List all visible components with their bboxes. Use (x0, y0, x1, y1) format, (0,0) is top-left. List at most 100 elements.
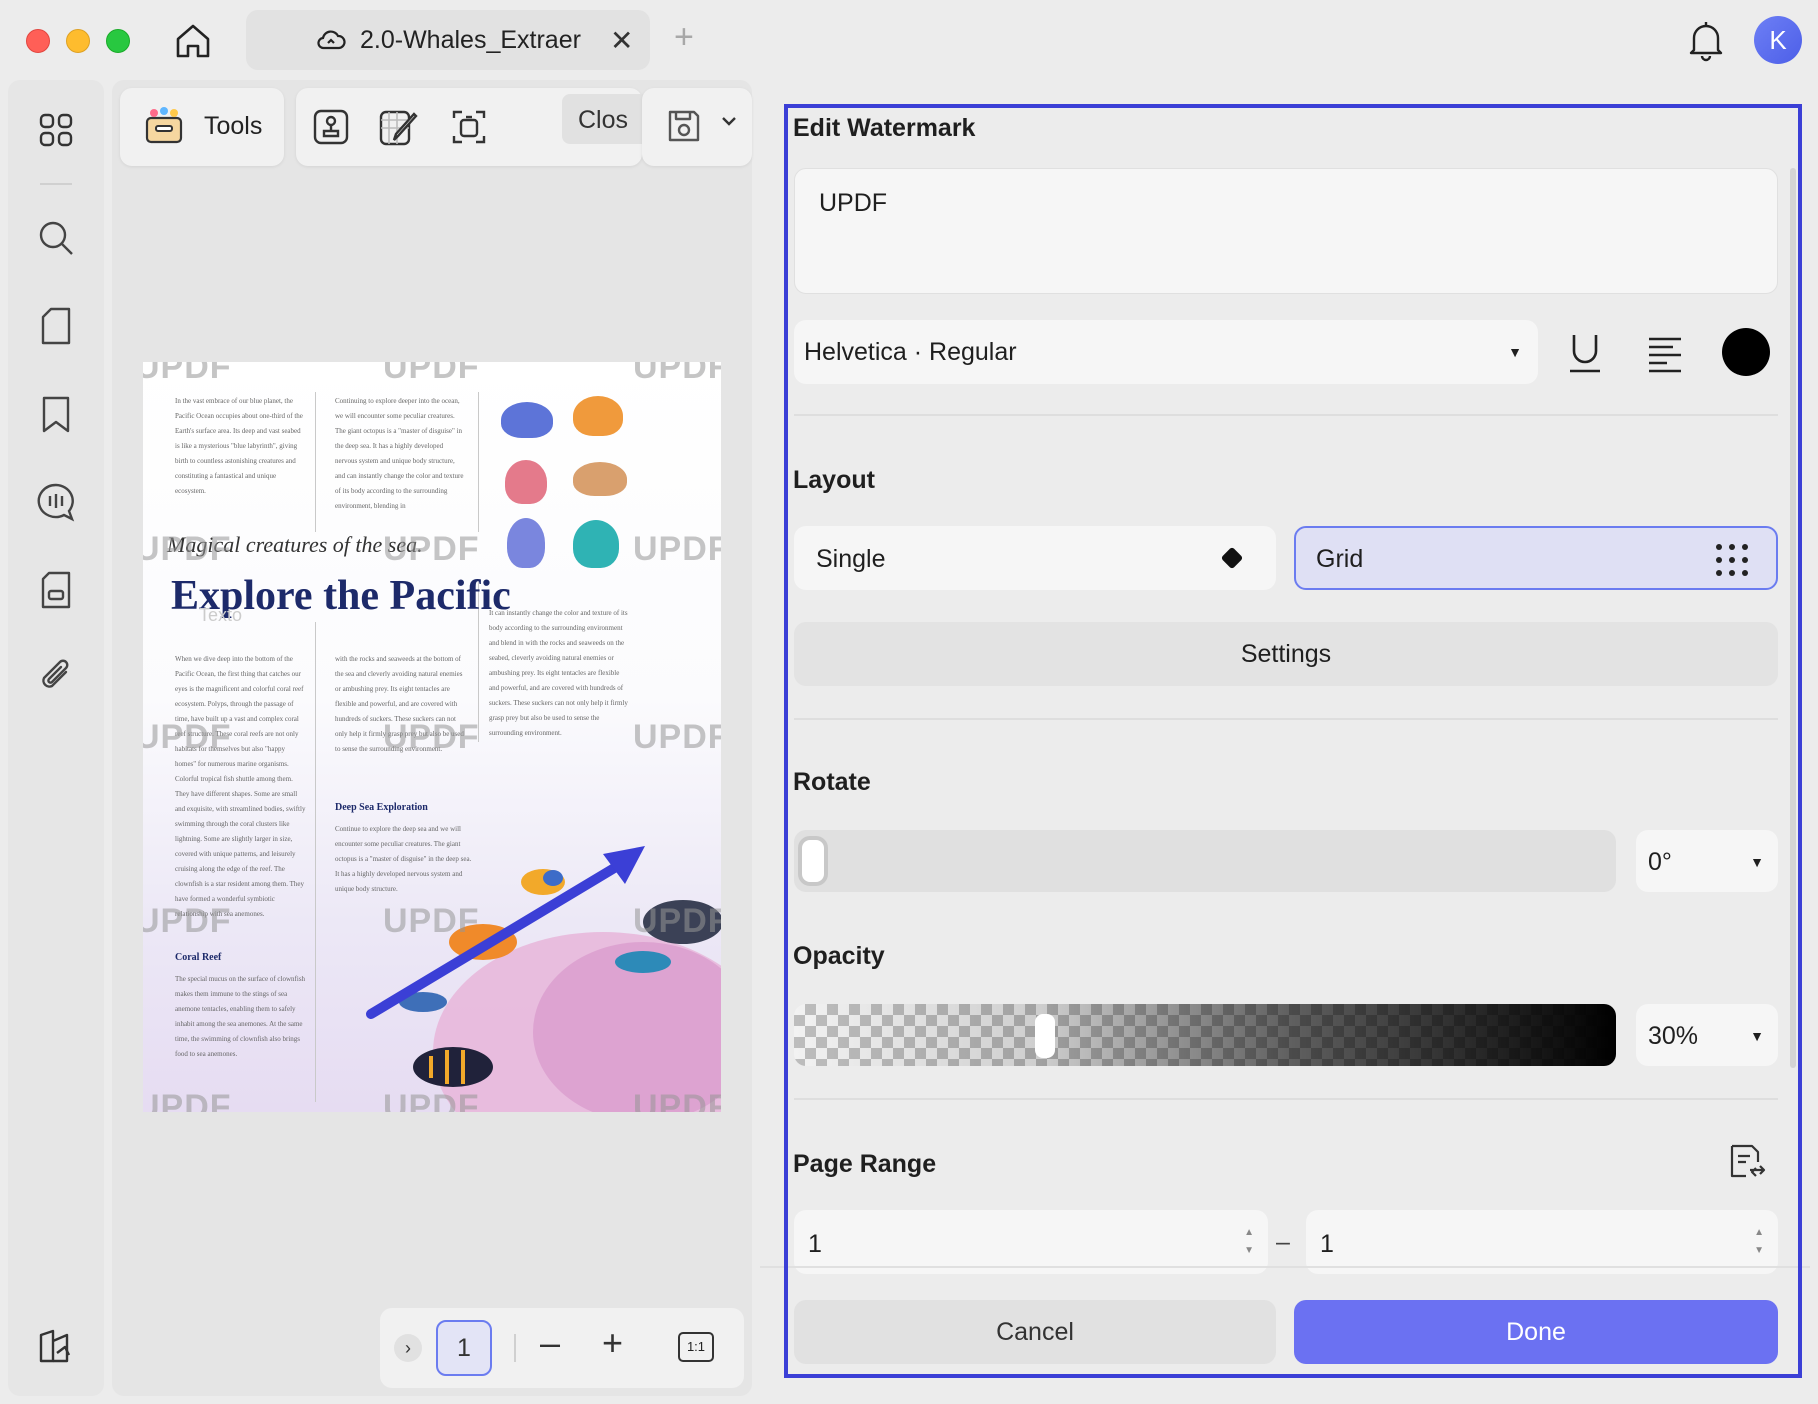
panel-scrollbar[interactable] (1790, 168, 1796, 1068)
layout-option-label: Grid (1316, 545, 1364, 573)
header-footer-tool-icon[interactable] (448, 106, 490, 148)
section-divider (794, 414, 1778, 416)
stamp-tool-icon[interactable] (310, 106, 352, 148)
caret-down-icon: ▼ (1750, 854, 1764, 870)
caret-down-icon: ▼ (1750, 1028, 1764, 1044)
rotate-slider[interactable] (794, 830, 1616, 892)
home-icon[interactable] (170, 18, 216, 64)
notification-bell-icon[interactable] (1688, 18, 1724, 67)
paragraph-clownfish: The special mucus on the surface of clow… (175, 975, 306, 1058)
column-rule (315, 622, 316, 1102)
watermark-preview: UPDF (143, 530, 232, 568)
tools-button[interactable]: Tools (120, 88, 284, 166)
watermark-preview: UPDF (143, 1088, 232, 1112)
title-bar: 2.0-Whales_Extraer ✕ + K (0, 0, 1818, 80)
coral-illustration (573, 396, 623, 436)
page-range-separator: – (1276, 1228, 1290, 1256)
layout-option-single[interactable]: Single (794, 526, 1276, 590)
watermark-preview: UPDF (633, 902, 721, 940)
coral-illustration (507, 518, 545, 568)
zoom-in-button[interactable]: + (602, 1322, 623, 1364)
stepper-arrows-icon[interactable]: ▲ ▼ (1244, 1224, 1254, 1260)
single-layout-icon (1220, 546, 1244, 570)
page-range-title: Page Range (793, 1150, 937, 1178)
save-menu-button[interactable] (642, 88, 752, 166)
rotate-select-value: 0° (1648, 848, 1672, 876)
attachment-icon[interactable] (36, 656, 76, 696)
opacity-select[interactable]: 30% ▼ (1636, 1004, 1778, 1066)
done-button[interactable]: Done (1294, 1300, 1778, 1364)
close-window-button[interactable] (26, 29, 50, 53)
font-select[interactable]: Helvetica · Regular ▼ (794, 320, 1538, 384)
pdf-menu-icon[interactable] (36, 1326, 76, 1366)
bookmark-icon[interactable] (36, 394, 76, 434)
zoom-out-button[interactable]: – (540, 1322, 560, 1364)
opacity-title: Opacity (793, 942, 885, 970)
align-left-icon[interactable] (1642, 330, 1688, 376)
page-range-to-input[interactable]: 1 ▲ ▼ (1306, 1210, 1778, 1274)
section-divider (794, 718, 1778, 720)
paragraph-camouflage: It can instantly change the color and te… (489, 609, 628, 737)
left-sidebar (8, 80, 104, 1396)
watermark-preview: UPDF (633, 530, 721, 568)
rotate-slider-thumb[interactable] (798, 836, 828, 886)
next-page-button[interactable]: › (394, 1334, 422, 1362)
faint-label: Texto (199, 605, 243, 625)
actual-size-button[interactable]: 1:1 (678, 1332, 714, 1362)
comment-icon[interactable] (36, 482, 76, 522)
footer-divider (760, 1266, 1810, 1268)
watermark-preview: UPDF (383, 530, 480, 568)
current-page-field[interactable]: 1 (436, 1320, 492, 1376)
thumbnails-grid-icon[interactable] (36, 110, 76, 150)
column-rule (315, 392, 316, 532)
tab-title: 2.0-Whales_Extraer (360, 26, 581, 54)
section-title-coral-reef: Coral Reef (175, 952, 222, 963)
page-icon[interactable] (36, 306, 76, 346)
page-range-to-value: 1 (1320, 1230, 1334, 1258)
rotate-select[interactable]: 0° ▼ (1636, 830, 1778, 892)
watermark-preview: UPDF (633, 718, 721, 756)
section-title-deep-sea: Deep Sea Exploration (335, 802, 428, 813)
watermark-text-input[interactable]: UPDF (794, 168, 1778, 294)
watermark-preview: UPDF (383, 1088, 480, 1112)
panel-title: Edit Watermark (793, 114, 976, 142)
paragraph-intro: In the vast embrace of our blue planet, … (175, 397, 303, 495)
user-avatar[interactable]: K (1754, 16, 1802, 64)
caret-down-icon: ▼ (1508, 344, 1522, 360)
text-color-swatch[interactable] (1722, 328, 1770, 376)
layout-option-grid[interactable]: Grid (1294, 526, 1778, 590)
watermark-preview: UPDF (143, 902, 232, 940)
stepper-arrows-icon[interactable]: ▲ ▼ (1754, 1224, 1764, 1260)
layout-title: Layout (793, 466, 875, 494)
underline-icon[interactable] (1562, 330, 1608, 376)
cloud-icon (316, 26, 346, 59)
pager-divider (514, 1334, 516, 1362)
watermark-preview: UPDF (633, 1088, 721, 1112)
background-tool-icon[interactable] (378, 106, 420, 148)
minimize-window-button[interactable] (66, 29, 90, 53)
tab-close-button[interactable]: ✕ (610, 24, 633, 57)
opacity-slider[interactable] (794, 1004, 1616, 1066)
document-tab[interactable]: 2.0-Whales_Extraer ✕ (246, 10, 650, 70)
page-range-options-icon[interactable] (1726, 1142, 1766, 1187)
toolbox-icon (144, 106, 184, 151)
new-tab-button[interactable]: + (674, 18, 694, 57)
coral-illustration (573, 520, 619, 568)
page-range-from-input[interactable]: 1 ▲ ▼ (794, 1210, 1268, 1274)
form-icon[interactable] (36, 570, 76, 610)
search-icon[interactable] (36, 218, 76, 258)
opacity-select-value: 30% (1648, 1022, 1699, 1050)
column-rule (478, 392, 479, 532)
chevron-down-icon (720, 114, 738, 133)
watermark-preview: UPDF (383, 362, 480, 386)
pdf-page-preview: In the vast embrace of our blue planet, … (143, 362, 721, 1112)
sidebar-divider (40, 183, 72, 185)
save-icon (664, 106, 704, 151)
watermark-preview: UPDF (143, 718, 232, 756)
watermark-preview: UPDF (633, 362, 721, 386)
zoom-window-button[interactable] (106, 29, 130, 53)
cancel-button[interactable]: Cancel (794, 1300, 1276, 1364)
layout-settings-button[interactable]: Settings (794, 622, 1778, 686)
document-pane: Tools Clos In the vast embrace of our bl… (112, 80, 752, 1396)
opacity-slider-thumb[interactable] (1035, 1014, 1055, 1058)
